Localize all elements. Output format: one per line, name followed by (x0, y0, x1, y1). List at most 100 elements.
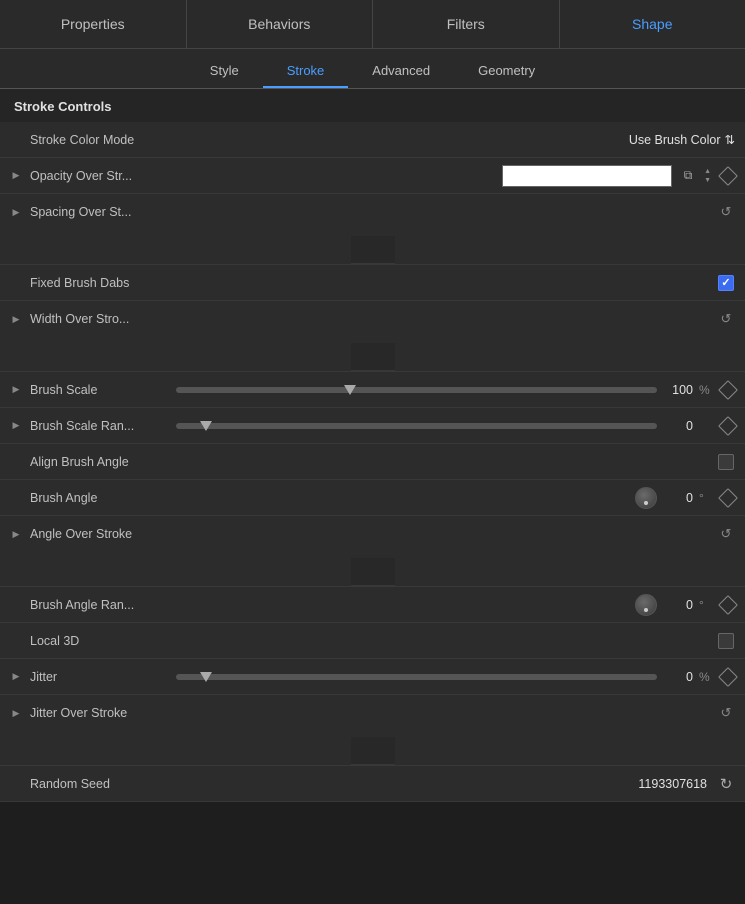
controls-opacity-over-stroke: ⧉ ▲ ▼ (176, 165, 735, 187)
row-brush-scale: ▶ Brush Scale 100 % (0, 372, 745, 408)
row-stroke-color-mode: Stroke Color Mode Use Brush Color ⇅ (0, 122, 745, 158)
label-brush-scale: Brush Scale (30, 383, 170, 397)
label-local-3d: Local 3D (30, 634, 170, 648)
reset-spacing-icon[interactable]: ↺ (717, 203, 735, 221)
jitter-over-stroke-graph-row (351, 737, 395, 765)
brush-angle-range-unit: ° (699, 598, 711, 612)
label-brush-angle-range: Brush Angle Ran... (30, 598, 170, 612)
keyframe-diamond-brush-scale-range[interactable] (718, 416, 738, 436)
controls-brush-angle: 0 ° (176, 487, 735, 509)
label-fixed-brush-dabs: Fixed Brush Dabs (30, 276, 170, 290)
copy-icon[interactable]: ⧉ (678, 166, 698, 186)
subtab-style[interactable]: Style (186, 55, 263, 88)
angle-over-stroke-graph-row (351, 558, 395, 586)
local-3d-checkbox[interactable] (717, 632, 735, 650)
controls-spacing-over-stroke: ↺ (176, 203, 735, 221)
keyframe-diamond-brush-angle-range[interactable] (718, 595, 738, 615)
controls-angle-over-stroke: ↺ (176, 525, 735, 543)
label-opacity-over-stroke: Opacity Over Str... (30, 169, 170, 183)
random-seed-value: 1193307618 (638, 777, 707, 791)
row-brush-scale-range: ▶ Brush Scale Ran... 0 (0, 408, 745, 444)
random-seed-refresh-icon[interactable]: ↻ (717, 775, 735, 793)
expand-brush-scale-icon[interactable]: ▶ (10, 384, 22, 396)
local-3d-unchecked[interactable] (718, 633, 734, 649)
row-brush-angle: Brush Angle 0 ° (0, 480, 745, 516)
row-random-seed: Random Seed 1193307618 ↻ (0, 766, 745, 802)
controls-jitter-over-stroke: ↺ (176, 704, 735, 722)
fixed-brush-dabs-checkbox[interactable] (717, 274, 735, 292)
row-opacity-over-stroke: ▶ Opacity Over Str... ⧉ ▲ ▼ (0, 158, 745, 194)
row-angle-over-stroke: ▶ Angle Over Stroke ↺ (0, 516, 745, 587)
controls-random-seed: 1193307618 ↻ (176, 775, 735, 793)
opacity-color-swatch[interactable] (502, 165, 672, 187)
app-window: Properties Behaviors Filters Shape Style… (0, 0, 745, 802)
brush-scale-value: 100 (663, 383, 693, 397)
subtab-geometry[interactable]: Geometry (454, 55, 559, 88)
spacing-graph-row (351, 236, 395, 264)
row-local-3d: Local 3D (0, 623, 745, 659)
rows-container: Stroke Color Mode Use Brush Color ⇅ ▶ Op… (0, 122, 745, 802)
checkbox-checked-indicator[interactable] (718, 275, 734, 291)
brush-scale-unit: % (699, 383, 711, 397)
brush-angle-range-value: 0 (663, 598, 693, 612)
reset-angle-over-stroke-icon[interactable]: ↺ (717, 525, 735, 543)
checkbox-unchecked-indicator[interactable] (718, 454, 734, 470)
row-fixed-brush-dabs: Fixed Brush Dabs (0, 265, 745, 301)
keyframe-diamond-brush-angle[interactable] (718, 488, 738, 508)
row-align-brush-angle: Align Brush Angle (0, 444, 745, 480)
content-area: Stroke Controls Stroke Color Mode Use Br… (0, 89, 745, 802)
controls-jitter: 0 % (176, 670, 735, 684)
jitter-value: 0 (663, 670, 693, 684)
expand-angle-over-stroke-icon[interactable]: ▶ (10, 528, 22, 540)
controls-align-brush-angle (176, 453, 735, 471)
subtab-advanced[interactable]: Advanced (348, 55, 454, 88)
keyframe-diamond-jitter[interactable] (718, 667, 738, 687)
expand-jitter-icon[interactable]: ▶ (10, 671, 22, 683)
controls-local-3d (176, 632, 735, 650)
controls-brush-scale: 100 % (176, 383, 735, 397)
label-jitter: Jitter (30, 670, 170, 684)
expand-brush-scale-range-icon[interactable]: ▶ (10, 420, 22, 432)
subtab-stroke[interactable]: Stroke (263, 55, 349, 88)
controls-brush-angle-range: 0 ° (176, 594, 735, 616)
label-stroke-color-mode: Stroke Color Mode (30, 133, 170, 147)
label-width-over-stroke: Width Over Stro... (30, 312, 170, 326)
tab-properties[interactable]: Properties (0, 0, 187, 48)
label-brush-scale-range: Brush Scale Ran... (30, 419, 170, 433)
brush-scale-range-value: 0 (663, 419, 693, 433)
tab-shape[interactable]: Shape (560, 0, 745, 48)
row-jitter: ▶ Jitter 0 % (0, 659, 745, 695)
reset-jitter-over-stroke-icon[interactable]: ↺ (717, 704, 735, 722)
controls-stroke-color-mode: Use Brush Color ⇅ (176, 132, 735, 147)
sub-tab-bar: Style Stroke Advanced Geometry (0, 49, 745, 89)
brush-angle-range-knob[interactable] (635, 594, 657, 616)
label-spacing-over-stroke: Spacing Over St... (30, 205, 170, 219)
expand-spacing-icon[interactable]: ▶ (10, 206, 22, 218)
label-random-seed: Random Seed (30, 777, 170, 791)
row-brush-angle-range: Brush Angle Ran... 0 ° (0, 587, 745, 623)
width-graph-row (351, 343, 395, 371)
jitter-unit: % (699, 670, 711, 684)
brush-angle-unit: ° (699, 491, 711, 505)
controls-fixed-brush-dabs (176, 274, 735, 292)
align-brush-angle-checkbox[interactable] (717, 453, 735, 471)
tab-behaviors[interactable]: Behaviors (187, 0, 374, 48)
top-tab-bar: Properties Behaviors Filters Shape (0, 0, 745, 49)
brush-angle-knob[interactable] (635, 487, 657, 509)
label-angle-over-stroke: Angle Over Stroke (30, 527, 170, 541)
reset-width-icon[interactable]: ↺ (717, 310, 735, 328)
chevron-updown-icon: ⇅ (725, 132, 735, 147)
controls-width-over-stroke: ↺ (176, 310, 735, 328)
label-brush-angle: Brush Angle (30, 491, 170, 505)
expand-width-icon[interactable]: ▶ (10, 313, 22, 325)
keyframe-diamond-brush-scale[interactable] (718, 380, 738, 400)
tab-filters[interactable]: Filters (373, 0, 560, 48)
stroke-color-mode-dropdown[interactable]: Use Brush Color ⇅ (629, 132, 735, 147)
keyframe-diamond-opacity[interactable] (718, 166, 738, 186)
section-header: Stroke Controls (0, 89, 745, 122)
row-spacing-over-stroke: ▶ Spacing Over St... ↺ (0, 194, 745, 265)
expand-jitter-over-stroke-icon[interactable]: ▶ (10, 707, 22, 719)
expand-opacity-icon[interactable]: ▶ (10, 170, 22, 182)
label-align-brush-angle: Align Brush Angle (30, 455, 170, 469)
opacity-stepper[interactable]: ▲ ▼ (704, 167, 711, 185)
